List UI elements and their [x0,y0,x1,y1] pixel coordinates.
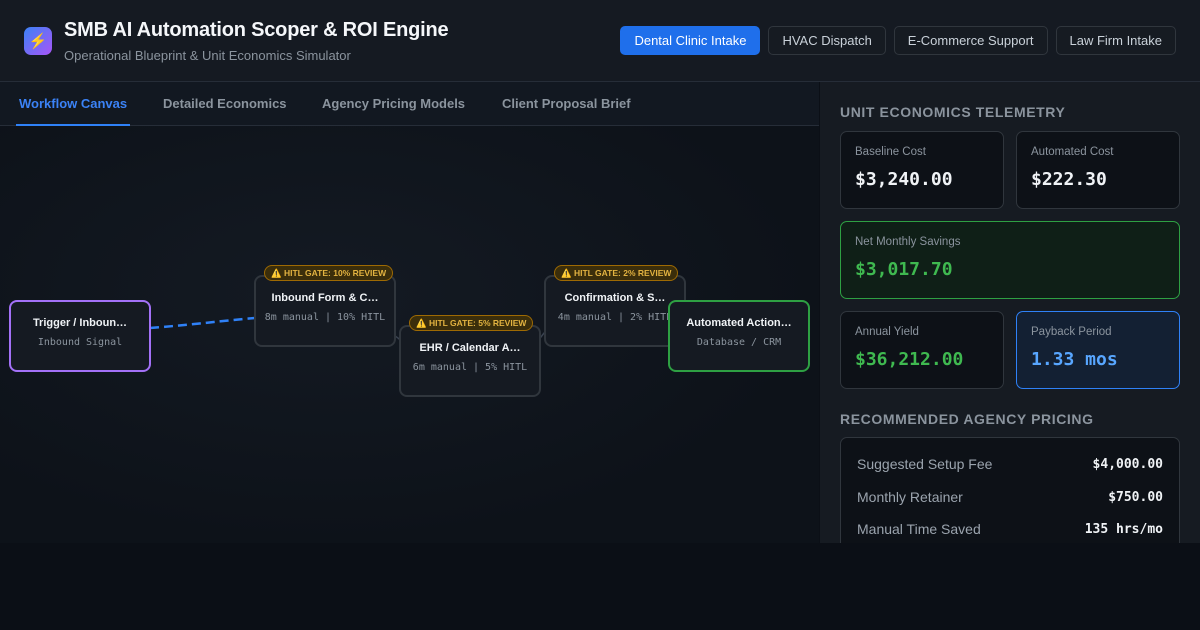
card-value: 1.33 mos [1031,349,1118,370]
hitl-gate-badge: ⚠️ HITL GATE: 2% REVIEW [554,265,679,281]
net-monthly-savings-card: Net Monthly Savings $3,017.70 [840,221,1180,299]
annual-yield-card: Annual Yield $36,212.00 [840,311,1004,389]
card-value: $3,240.00 [855,169,953,190]
payback-period-card: Payback Period 1.33 mos [1016,311,1180,389]
pricing-value: $750.00 [1108,489,1163,505]
baseline-cost-card: Baseline Cost $3,240.00 [840,131,1004,209]
node-title: Trigger / Inboun… [32,317,128,329]
pricing-label: Suggested Setup Fee [857,456,993,472]
card-value: $3,017.70 [855,259,953,280]
node-subtitle: 8m manual | 10% HITL [264,312,386,323]
edge-trigger-to-form [149,316,256,330]
app-window: ⚡ SMB AI Automation Scoper & ROI Engine … [0,0,1200,630]
automated-cost-card: Automated Cost $222.30 [1016,131,1180,209]
preset-law-firm-intake[interactable]: Law Firm Intake [1055,26,1176,55]
node-subtitle: Database / CRM [696,337,782,348]
pricing-row-setup-fee: Suggested Setup Fee $4,000.00 [857,454,1163,474]
tab-detailed-economics[interactable]: Detailed Economics [163,82,287,125]
pricing-card: Suggested Setup Fee $4,000.00 Monthly Re… [840,437,1180,543]
app-title: SMB AI Automation Scoper & ROI Engine [64,19,449,41]
lightning-icon: ⚡ [24,27,52,55]
pricing-row-retainer: Monthly Retainer $750.00 [857,487,1163,507]
card-value: $36,212.00 [855,349,964,370]
node-subtitle: 6m manual | 5% HITL [412,362,528,373]
preset-dental-clinic-intake[interactable]: Dental Clinic Intake [620,26,761,55]
hitl-gate-badge: ⚠️ HITL GATE: 5% REVIEW [409,315,534,331]
pricing-row-time-saved: Manual Time Saved 135 hrs/mo [857,519,1163,539]
preset-ecommerce-support[interactable]: E-Commerce Support [893,26,1048,55]
node-subtitle: Inbound Signal [37,337,123,348]
card-label: Annual Yield [855,326,919,338]
telemetry-heading: Unit Economics Telemetry [840,104,1066,120]
tab-client-proposal-brief[interactable]: Client Proposal Brief [502,82,631,125]
workflow-panel: Workflow Canvas Detailed Economics Agenc… [0,82,819,543]
workflow-canvas[interactable]: Trigger / Inboun… Inbound Signal Inbound… [0,126,819,543]
hitl-gate-badge: ⚠️ HITL GATE: 10% REVIEW [264,265,394,281]
pricing-label: Manual Time Saved [857,521,981,537]
node-title: EHR / Calendar A… [419,342,521,354]
telemetry-panel: Unit Economics Telemetry Baseline Cost $… [820,82,1200,543]
node-trigger[interactable]: Trigger / Inboun… Inbound Signal [9,300,151,372]
preset-switcher: Dental Clinic Intake HVAC Dispatch E-Com… [620,26,1176,55]
node-ehr-calendar[interactable]: EHR / Calendar A… 6m manual | 5% HITL [399,325,541,397]
pricing-heading: Recommended Agency Pricing [840,411,1094,427]
node-automated-action[interactable]: Automated Action… Database / CRM [668,300,810,372]
app-subtitle: Operational Blueprint & Unit Economics S… [64,48,351,63]
node-title: Confirmation & S… [564,292,666,304]
preset-hvac-dispatch[interactable]: HVAC Dispatch [768,26,886,55]
node-subtitle: 4m manual | 2% HITL [557,312,673,323]
pricing-label: Monthly Retainer [857,489,963,505]
node-confirmation[interactable]: Confirmation & S… 4m manual | 2% HITL [544,275,686,347]
tab-bar: Workflow Canvas Detailed Economics Agenc… [0,82,819,126]
node-inbound-form[interactable]: Inbound Form & C… 8m manual | 10% HITL [254,275,396,347]
header: ⚡ SMB AI Automation Scoper & ROI Engine … [0,0,1200,82]
card-label: Net Monthly Savings [855,236,961,248]
card-value: $222.30 [1031,169,1107,190]
card-label: Payback Period [1031,326,1112,338]
tab-agency-pricing-models[interactable]: Agency Pricing Models [322,82,465,125]
node-title: Automated Action… [686,317,792,329]
pricing-value: 135 hrs/mo [1084,521,1163,537]
tab-workflow-canvas[interactable]: Workflow Canvas [15,82,131,126]
card-label: Baseline Cost [855,146,926,158]
pricing-value: $4,000.00 [1092,456,1163,472]
node-title: Inbound Form & C… [271,292,379,304]
card-label: Automated Cost [1031,146,1114,158]
